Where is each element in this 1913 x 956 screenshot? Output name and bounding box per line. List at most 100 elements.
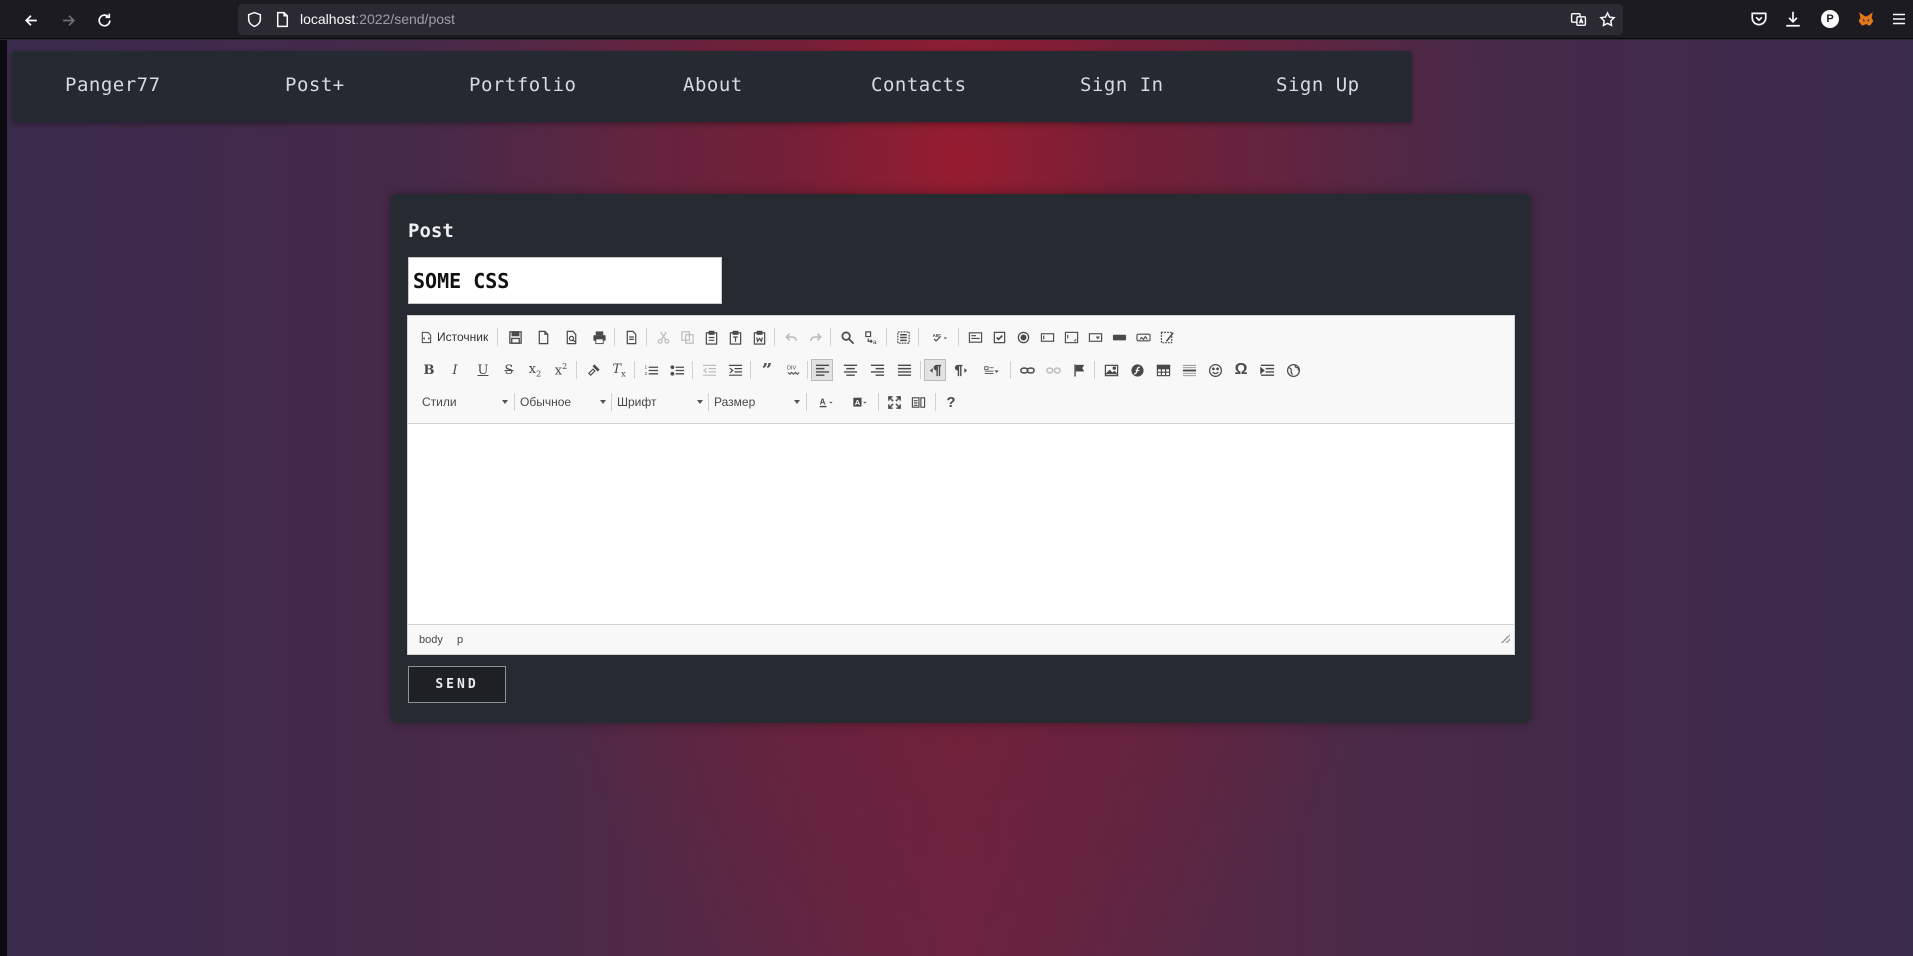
forward-icon[interactable]	[52, 4, 84, 36]
image-icon[interactable]	[1100, 359, 1122, 381]
blockquote-icon[interactable]: ”	[756, 359, 778, 381]
translate-icon[interactable]	[1570, 11, 1587, 28]
language-icon[interactable]	[976, 359, 1006, 381]
post-heading: Post	[408, 220, 454, 242]
editor-content-area[interactable]	[408, 424, 1514, 624]
print-icon[interactable]	[588, 326, 610, 348]
italic-icon[interactable]: I	[444, 359, 466, 381]
underline-icon[interactable]: U	[472, 359, 494, 381]
select-field-icon[interactable]	[1084, 326, 1106, 348]
checkbox-icon[interactable]	[988, 326, 1010, 348]
pocket-icon[interactable]	[1750, 10, 1768, 28]
toolbar-separator	[958, 328, 959, 346]
text-color-icon[interactable]: A	[811, 391, 841, 413]
resize-handle-icon[interactable]	[1501, 634, 1510, 643]
send-button[interactable]: SEND	[408, 666, 506, 703]
special-char-icon[interactable]: Ω	[1230, 359, 1252, 381]
outdent-icon[interactable]	[698, 359, 720, 381]
bold-icon[interactable]: B	[418, 359, 440, 381]
show-blocks-icon[interactable]	[907, 391, 929, 413]
hidden-field-icon[interactable]	[1156, 326, 1178, 348]
address-bar[interactable]: localhost:2022/send/post	[238, 4, 1623, 35]
find-icon[interactable]	[836, 326, 858, 348]
table-icon[interactable]	[1152, 359, 1174, 381]
copy-icon[interactable]	[676, 326, 698, 348]
nav-contacts[interactable]: Contacts	[871, 74, 967, 96]
unlink-icon[interactable]	[1042, 359, 1064, 381]
undo-icon[interactable]	[780, 326, 802, 348]
align-right-icon[interactable]	[866, 359, 888, 381]
spellcheck-icon[interactable]: ABC	[924, 326, 954, 348]
help-icon[interactable]: ?	[940, 391, 962, 413]
form-icon[interactable]	[964, 326, 986, 348]
format-dropdown[interactable]: Обычное	[520, 391, 606, 413]
textarea-icon[interactable]	[1060, 326, 1082, 348]
radio-icon[interactable]	[1012, 326, 1034, 348]
size-dropdown[interactable]: Размер	[714, 391, 800, 413]
subscript-icon[interactable]: x2	[524, 359, 546, 381]
paste-word-icon[interactable]	[748, 326, 770, 348]
nav-sign-up[interactable]: Sign Up	[1276, 74, 1360, 96]
strikethrough-icon[interactable]: S	[498, 359, 520, 381]
menu-icon[interactable]	[1892, 10, 1906, 28]
indent-icon[interactable]	[724, 359, 746, 381]
smiley-icon[interactable]	[1204, 359, 1226, 381]
bookmark-star-icon[interactable]	[1599, 11, 1616, 28]
reload-icon[interactable]	[88, 4, 120, 36]
font-dropdown-label: Шрифт	[617, 395, 657, 409]
select-all-icon[interactable]	[892, 326, 914, 348]
templates-icon[interactable]	[620, 326, 642, 348]
download-icon[interactable]	[1784, 10, 1802, 28]
nav-portfolio[interactable]: Portfolio	[469, 74, 576, 96]
nav-sign-in[interactable]: Sign In	[1080, 74, 1164, 96]
metamask-fox-icon[interactable]	[1857, 10, 1875, 28]
cut-icon[interactable]	[652, 326, 674, 348]
text-field-icon[interactable]	[1036, 326, 1058, 348]
anchor-flag-icon[interactable]	[1068, 359, 1090, 381]
chevron-down-icon	[697, 400, 703, 404]
image-button-icon[interactable]	[1132, 326, 1154, 348]
styles-dropdown[interactable]: Стили	[422, 391, 508, 413]
iframe-globe-icon[interactable]	[1282, 359, 1304, 381]
shield-icon[interactable]	[246, 11, 263, 28]
rtl-direction-icon[interactable]	[950, 359, 972, 381]
new-page-icon[interactable]	[532, 326, 554, 348]
justify-icon[interactable]	[893, 359, 915, 381]
paste-text-icon[interactable]	[724, 326, 746, 348]
preview-icon[interactable]	[560, 326, 582, 348]
nav-brand[interactable]: Panger77	[65, 74, 161, 96]
bulleted-list-icon[interactable]	[666, 359, 688, 381]
font-dropdown[interactable]: Шрифт	[617, 391, 703, 413]
redo-icon[interactable]	[804, 326, 826, 348]
copy-format-icon[interactable]	[582, 359, 604, 381]
post-title-input[interactable]	[408, 257, 722, 304]
remove-format-icon[interactable]: Tx	[608, 359, 630, 381]
background-color-icon[interactable]: A	[845, 391, 875, 413]
link-icon[interactable]	[1016, 359, 1038, 381]
button-field-icon[interactable]	[1108, 326, 1130, 348]
url-text[interactable]: localhost:2022/send/post	[300, 10, 455, 28]
profile-avatar[interactable]: P	[1821, 10, 1839, 28]
replace-icon[interactable]: a	[860, 326, 882, 348]
div-container-icon[interactable]: DIV	[782, 359, 804, 381]
back-icon[interactable]	[15, 4, 47, 36]
page-break-icon[interactable]	[1256, 359, 1278, 381]
align-center-icon[interactable]	[839, 359, 861, 381]
nav-about[interactable]: About	[683, 74, 743, 96]
nav-post[interactable]: Post+	[285, 74, 345, 96]
ltr-direction-icon[interactable]	[924, 359, 946, 381]
align-left-icon[interactable]	[811, 359, 833, 381]
maximize-icon[interactable]	[883, 391, 905, 413]
source-button[interactable]: Источник	[420, 326, 488, 348]
flash-icon[interactable]	[1126, 359, 1148, 381]
superscript-icon[interactable]: x2	[550, 359, 572, 381]
page-icon[interactable]	[274, 11, 291, 28]
svg-text:A: A	[854, 398, 860, 407]
paste-icon[interactable]	[700, 326, 722, 348]
horizontal-line-icon[interactable]	[1178, 359, 1200, 381]
path-item-body[interactable]: body	[419, 634, 443, 646]
toolbar-separator	[806, 393, 807, 411]
save-icon[interactable]	[504, 326, 526, 348]
numbered-list-icon[interactable]: 12	[640, 359, 662, 381]
path-item-p[interactable]: p	[457, 634, 463, 646]
